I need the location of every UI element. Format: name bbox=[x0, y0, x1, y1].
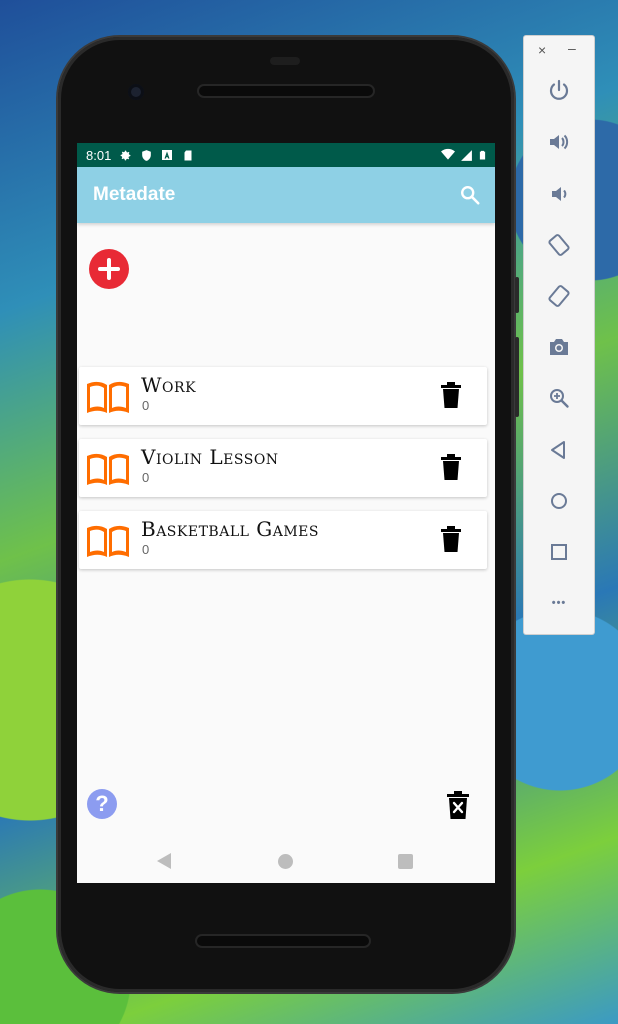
help-question-icon: ? bbox=[95, 791, 109, 816]
power-side-button bbox=[515, 277, 519, 313]
nav-home-button[interactable] bbox=[278, 854, 293, 869]
camera-screenshot-icon[interactable] bbox=[546, 334, 572, 360]
overview-square-icon[interactable] bbox=[546, 539, 572, 565]
delete-trash-icon[interactable] bbox=[441, 454, 461, 480]
signal-icon bbox=[461, 149, 472, 161]
system-nav-bar bbox=[77, 838, 495, 884]
minimize-icon[interactable]: – bbox=[568, 40, 576, 56]
zoom-icon[interactable] bbox=[546, 385, 572, 411]
nav-recents-button[interactable] bbox=[398, 854, 413, 869]
nav-back-button[interactable] bbox=[157, 853, 171, 869]
plus-icon bbox=[98, 258, 120, 280]
agenda-count: 0 bbox=[142, 470, 150, 485]
agenda-count: 0 bbox=[142, 542, 150, 557]
earpiece-speaker bbox=[199, 86, 373, 96]
rotate-left-icon[interactable] bbox=[546, 232, 572, 258]
agenda-card[interactable]: Work 0 bbox=[79, 367, 487, 425]
add-agenda-button[interactable] bbox=[89, 249, 129, 289]
emulator-toolbar: × – ••• bbox=[524, 36, 594, 634]
book-icon bbox=[87, 525, 129, 557]
agenda-name: Basketball Games bbox=[141, 517, 319, 541]
settings-gear-icon bbox=[118, 148, 132, 162]
home-circle-icon[interactable] bbox=[546, 488, 572, 514]
app-title: Metadate bbox=[93, 184, 176, 205]
book-icon bbox=[87, 381, 129, 413]
help-button[interactable]: ? bbox=[87, 789, 117, 819]
agenda-name: Work bbox=[141, 373, 197, 397]
bottom-speaker bbox=[197, 936, 369, 946]
clear-all-trash-icon[interactable] bbox=[447, 791, 469, 819]
agenda-name: Violin Lesson bbox=[141, 445, 279, 469]
power-icon[interactable] bbox=[546, 78, 572, 104]
shield-icon bbox=[139, 148, 153, 162]
back-triangle-icon[interactable] bbox=[546, 437, 572, 463]
sd-card-icon bbox=[181, 148, 195, 162]
more-options-icon[interactable]: ••• bbox=[546, 590, 572, 616]
sensor bbox=[270, 57, 300, 65]
font-a-icon bbox=[160, 148, 174, 162]
delete-trash-icon[interactable] bbox=[441, 526, 461, 552]
status-bar: 8:01 bbox=[77, 143, 495, 167]
status-time: 8:01 bbox=[86, 147, 112, 163]
agenda-card[interactable]: Violin Lesson 0 bbox=[79, 439, 487, 497]
agenda-card[interactable]: Basketball Games 0 bbox=[79, 511, 487, 569]
rotate-right-icon[interactable] bbox=[546, 283, 572, 309]
search-icon[interactable] bbox=[459, 184, 481, 206]
agenda-count: 0 bbox=[142, 398, 150, 413]
screen: 8:01 Metadate Work 0 Violin Lesson 0 Bas… bbox=[77, 143, 495, 883]
volume-up-icon[interactable] bbox=[546, 129, 572, 155]
book-icon bbox=[87, 453, 129, 485]
volume-down-icon[interactable] bbox=[546, 181, 572, 207]
wifi-icon bbox=[441, 148, 455, 160]
front-camera bbox=[128, 84, 144, 100]
battery-icon bbox=[479, 150, 486, 160]
app-bar: Metadate bbox=[77, 167, 495, 223]
delete-trash-icon[interactable] bbox=[441, 382, 461, 408]
volume-side-button bbox=[515, 337, 519, 417]
close-icon[interactable]: × bbox=[538, 42, 546, 58]
